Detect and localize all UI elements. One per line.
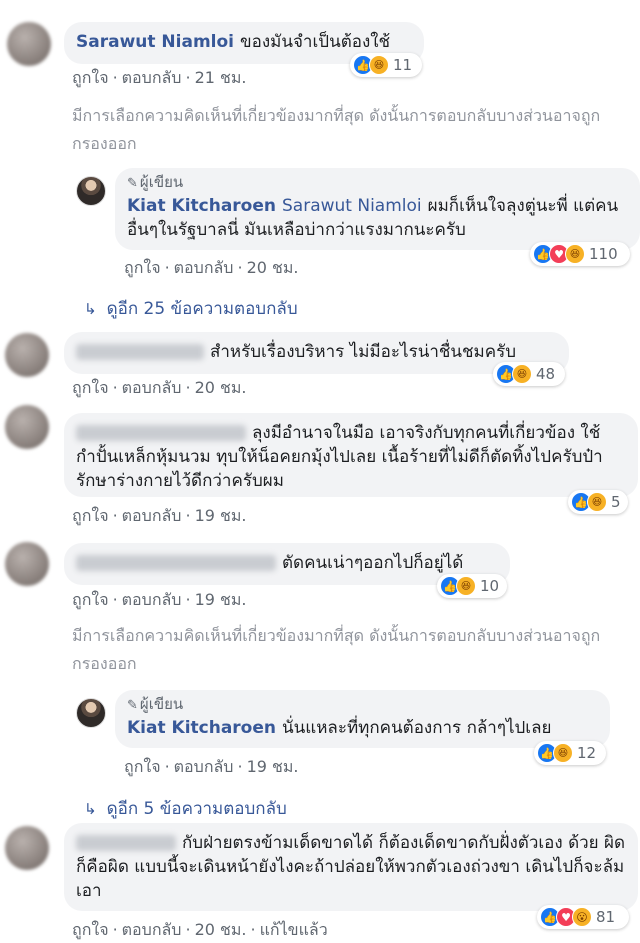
like-link[interactable]: ถูกใจ (124, 258, 161, 277)
reaction-count: 11 (393, 56, 413, 74)
comment-actions: ถูกใจ · ตอบกลับ · 20 ชม. (72, 378, 247, 397)
like-link[interactable]: ถูกใจ (72, 590, 109, 609)
haha-icon: 😆 (587, 492, 607, 512)
reaction-summary[interactable]: 👍 😆 48 (493, 362, 565, 386)
author-badge: ✎ ผู้เขียน (127, 695, 184, 713)
reaction-summary[interactable]: 👍 😆 12 (534, 741, 606, 765)
like-link[interactable]: ถูกใจ (72, 506, 109, 525)
reply-link[interactable]: ตอบกลับ (122, 506, 182, 525)
reaction-summary[interactable]: 👍 ♥ 😮 81 (537, 905, 629, 929)
reply-link[interactable]: ตอบกลับ (174, 757, 234, 776)
comment-bubble: กับฝ่ายตรงข้ามเด็ดขาดได้ ก็ต้องเด็ดขาดกั… (64, 823, 638, 911)
tagged-name[interactable]: Sarawut Niamloi (282, 196, 422, 216)
avatar[interactable] (7, 22, 51, 66)
reply-bubble: ✎ ผู้เขียน Kiat Kitcharoen นั่นแหละที่ทุกค… (115, 690, 610, 748)
reaction-count: 12 (577, 744, 597, 762)
reply-link[interactable]: ตอบกลับ (122, 68, 182, 87)
author-badge: ✎ ผู้เขียน (127, 173, 184, 191)
avatar[interactable] (5, 542, 49, 586)
avatar[interactable] (5, 333, 49, 377)
comment-text: ของมันจำเป็นต้องใช้ (240, 32, 391, 52)
view-more-replies[interactable]: ↳ ดูอีก 25 ข้อความตอบกลับ (84, 295, 298, 322)
reaction-summary[interactable]: 👍 ♥ 😆 110 (530, 242, 630, 266)
comment-actions: ถูกใจ · ตอบกลับ · 19 ชม. (72, 590, 247, 609)
view-more-replies[interactable]: ↳ ดูอีก 5 ข้อความตอบกลับ (84, 795, 287, 822)
reaction-count: 5 (611, 493, 621, 511)
comment-actions: ถูกใจ · ตอบกลับ · 19 ชม. (72, 506, 247, 525)
haha-icon: 😆 (456, 576, 476, 596)
blurred-name[interactable] (76, 835, 176, 851)
like-link[interactable]: ถูกใจ (72, 920, 109, 939)
like-link[interactable]: ถูกใจ (72, 378, 109, 397)
reply-link[interactable]: ตอบกลับ (122, 590, 182, 609)
like-link[interactable]: ถูกใจ (124, 757, 161, 776)
commenter-name[interactable]: Kiat Kitcharoen (127, 196, 276, 216)
like-link[interactable]: ถูกใจ (72, 68, 109, 87)
commenter-name[interactable]: Sarawut Niamloi (76, 32, 234, 52)
reaction-count: 10 (480, 577, 500, 595)
avatar[interactable] (5, 405, 49, 449)
haha-icon: 😆 (553, 743, 573, 763)
comment-actions: ถูกใจ · ตอบกลับ · 21 ชม. (72, 68, 247, 87)
haha-icon: 😆 (369, 55, 389, 75)
reaction-count: 48 (536, 365, 556, 383)
timestamp[interactable]: 19 ชม. (195, 506, 247, 525)
timestamp[interactable]: 21 ชม. (195, 68, 247, 87)
comment-text: สำหรับเรื่องบริหาร ไม่มีอะไรน่าชื่นชมครั… (210, 342, 517, 362)
timestamp[interactable]: 20 ชม. (195, 378, 247, 397)
timestamp[interactable]: 19 ชม. (195, 590, 247, 609)
comment-actions: ถูกใจ · ตอบกลับ · 20 ชม. (124, 258, 299, 277)
author-avatar[interactable] (76, 176, 106, 206)
edited-label[interactable]: แก้ไขแล้ว (260, 920, 328, 939)
reply-arrow-icon: ↳ (84, 300, 97, 318)
comment-bubble: ลุงมีอำนาจในมือ เอาจริงกับทุกคนที่เกี่ยว… (64, 413, 638, 497)
comment-actions: ถูกใจ · ตอบกลับ · 19 ชม. (124, 757, 299, 776)
reaction-count: 81 (596, 908, 616, 926)
comment-actions: ถูกใจ · ตอบกลับ · 20 ชม. · แก้ไขแล้ว (72, 920, 328, 939)
reply-link[interactable]: ตอบกลับ (122, 920, 182, 939)
author-avatar[interactable] (76, 698, 106, 728)
reply-arrow-icon: ↳ (84, 800, 97, 818)
blurred-name[interactable] (76, 555, 276, 571)
pencil-icon: ✎ (127, 176, 138, 191)
blurred-name[interactable] (76, 425, 246, 441)
filter-notice: มีการเลือกความคิดเห็นที่เกี่ยวข้องมากที่… (72, 626, 601, 673)
timestamp[interactable]: 20 ชม. (247, 258, 299, 277)
haha-icon: 😆 (565, 244, 585, 264)
reaction-summary[interactable]: 👍 😆 5 (568, 490, 628, 514)
reply-link[interactable]: ตอบกลับ (122, 378, 182, 397)
reply-link[interactable]: ตอบกลับ (174, 258, 234, 277)
reply-bubble: ✎ ผู้เขียน Kiat Kitcharoen Sarawut Niamloi… (115, 168, 640, 250)
reaction-summary[interactable]: 👍 😆 10 (437, 574, 507, 598)
avatar[interactable] (5, 826, 49, 870)
timestamp[interactable]: 19 ชม. (247, 757, 299, 776)
blurred-name[interactable] (76, 344, 204, 360)
timestamp[interactable]: 20 ชม. (195, 920, 247, 939)
filter-notice: มีการเลือกความคิดเห็นที่เกี่ยวข้องมากที่… (72, 106, 601, 153)
comment-text: นั่นแหละที่ทุกคนต้องการ กล้าๆไปเลย (282, 718, 552, 738)
pencil-icon: ✎ (127, 698, 138, 713)
comment-text: ตัดคนเน่าๆออกไปก็อยู่ได้ (282, 553, 464, 573)
reaction-summary[interactable]: 👍 😆 11 (350, 53, 422, 77)
wow-icon: 😮 (572, 907, 592, 927)
commenter-name[interactable]: Kiat Kitcharoen (127, 718, 276, 738)
reaction-count: 110 (589, 245, 618, 263)
haha-icon: 😆 (512, 364, 532, 384)
